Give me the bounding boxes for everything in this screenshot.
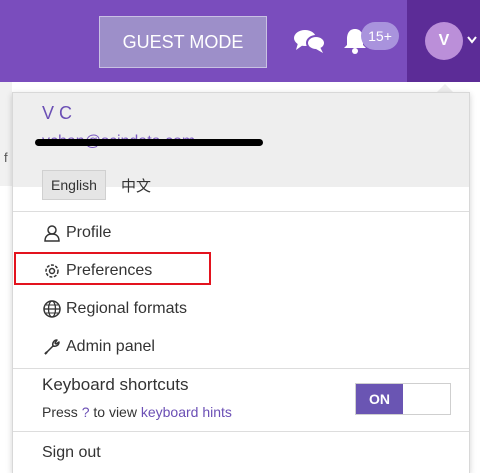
menu-item-label: Admin panel xyxy=(66,338,155,355)
avatar[interactable]: V xyxy=(425,22,463,60)
menu-item-label: Regional formats xyxy=(66,300,187,317)
wrench-icon xyxy=(44,339,60,355)
keyboard-shortcuts-toggle[interactable]: ON xyxy=(355,383,451,415)
redaction-mark xyxy=(35,139,263,146)
hint-middle: to view xyxy=(93,404,137,420)
keyboard-shortcuts-label: Keyboard shortcuts xyxy=(42,375,189,394)
language-option-english[interactable]: English xyxy=(42,170,106,200)
highlight-annotation xyxy=(14,252,211,285)
user-menu-toggle[interactable]: V xyxy=(407,0,480,82)
hint-prefix: Press xyxy=(42,404,78,420)
toggle-on-label: ON xyxy=(356,384,403,414)
divider xyxy=(13,211,469,212)
user-dropdown-menu: V C vchan@scindata.com English 中文 Profil… xyxy=(12,92,470,473)
top-navigation-bar: GUEST MODE 15+ V xyxy=(0,0,480,82)
background-text: f xyxy=(4,150,8,165)
keyboard-hints-link[interactable]: keyboard hints xyxy=(141,404,232,420)
chat-bubbles-icon[interactable] xyxy=(292,28,326,54)
sign-out-button[interactable]: Sign out xyxy=(42,444,101,462)
menu-item-profile[interactable]: Profile xyxy=(42,219,111,247)
background-panel xyxy=(0,82,12,186)
guest-mode-button[interactable]: GUEST MODE xyxy=(99,16,267,68)
divider xyxy=(13,431,469,432)
divider xyxy=(13,368,469,369)
globe-icon xyxy=(43,300,61,318)
menu-item-regional-formats[interactable]: Regional formats xyxy=(42,295,187,323)
keyboard-hint-text: Press ? to view keyboard hints xyxy=(42,404,232,420)
person-icon xyxy=(44,225,60,242)
user-name: V C xyxy=(42,103,73,123)
hint-key: ? xyxy=(81,404,90,420)
menu-item-admin-panel[interactable]: Admin panel xyxy=(42,333,155,361)
chevron-down-icon[interactable] xyxy=(467,36,477,44)
language-option-chinese[interactable]: 中文 xyxy=(121,175,151,196)
notification-count-badge[interactable]: 15+ xyxy=(361,22,399,50)
menu-item-label: Profile xyxy=(66,224,112,241)
